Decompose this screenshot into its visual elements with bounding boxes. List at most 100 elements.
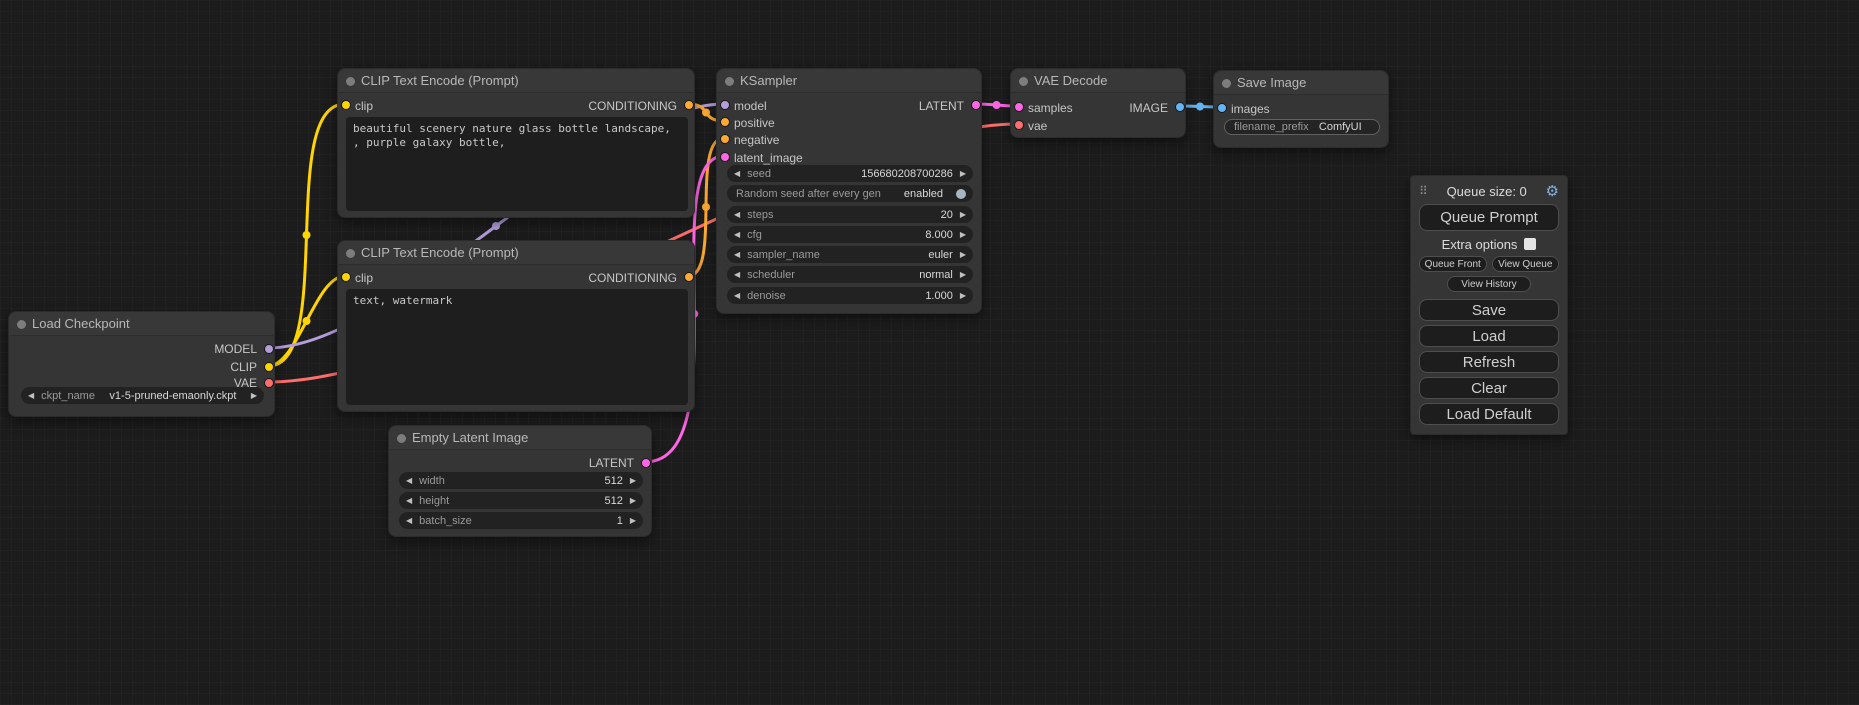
negative-prompt-textarea[interactable]: text, watermark: [346, 289, 688, 405]
collapse-dot-icon[interactable]: [17, 320, 26, 329]
link-midpoint-dot[interactable]: [492, 222, 500, 230]
load-default-button[interactable]: Load Default: [1419, 403, 1559, 425]
input-slot-positive[interactable]: [720, 117, 730, 127]
node-title-bar[interactable]: VAE Decode: [1011, 69, 1185, 93]
input-slot-clip[interactable]: [341, 272, 351, 282]
increment-arrow-icon[interactable]: ▶: [630, 496, 636, 505]
node-title-bar[interactable]: CLIP Text Encode (Prompt): [338, 69, 694, 93]
input-slot-vae[interactable]: [1014, 120, 1024, 130]
scheduler-widget[interactable]: ◀ scheduler normal ▶: [727, 266, 973, 283]
output-slot-vae[interactable]: [264, 378, 274, 388]
increment-arrow-icon[interactable]: ▶: [630, 516, 636, 525]
input-slot-images[interactable]: [1217, 103, 1227, 113]
output-slot-conditioning[interactable]: [684, 272, 694, 282]
input-slot-model[interactable]: [720, 100, 730, 110]
link-midpoint-dot[interactable]: [702, 109, 710, 117]
decrement-arrow-icon[interactable]: ◀: [406, 476, 412, 485]
clear-button[interactable]: Clear: [1419, 377, 1559, 399]
prev-value-arrow-icon[interactable]: ◀: [28, 391, 34, 400]
increment-arrow-icon[interactable]: ▶: [960, 169, 966, 178]
decrement-arrow-icon[interactable]: ◀: [734, 230, 740, 239]
increment-arrow-icon[interactable]: ▶: [960, 230, 966, 239]
toggle-knob[interactable]: [956, 189, 966, 199]
collapse-dot-icon[interactable]: [397, 434, 406, 443]
input-slot-samples[interactable]: [1014, 102, 1024, 112]
height-widget[interactable]: ◀ height 512 ▶: [399, 492, 643, 509]
node-title-bar[interactable]: KSampler: [717, 69, 981, 93]
view-queue-button[interactable]: View Queue: [1492, 256, 1560, 272]
node-ksampler[interactable]: KSampler model positive negative latent_…: [716, 68, 982, 314]
link-midpoint-dot[interactable]: [702, 203, 710, 211]
load-button[interactable]: Load: [1419, 325, 1559, 347]
node-title-bar[interactable]: Load Checkpoint: [9, 312, 274, 336]
node-load-checkpoint[interactable]: Load Checkpoint MODEL CLIP VAE ◀ ckpt_na…: [8, 311, 275, 417]
next-value-arrow-icon[interactable]: ▶: [251, 391, 257, 400]
denoise-widget[interactable]: ◀ denoise 1.000 ▶: [727, 287, 973, 304]
link-midpoint-dot[interactable]: [1196, 103, 1204, 111]
prev-value-arrow-icon[interactable]: ◀: [734, 250, 740, 259]
node-vae-decode[interactable]: VAE Decode samples IMAGE vae: [1010, 68, 1186, 138]
output-slot-image[interactable]: [1175, 102, 1185, 112]
steps-widget[interactable]: ◀ steps 20 ▶: [727, 206, 973, 223]
input-label-vae: vae: [1028, 120, 1047, 133]
queue-prompt-button[interactable]: Queue Prompt: [1419, 204, 1559, 231]
node-clip-text-encode-negative[interactable]: CLIP Text Encode (Prompt) clip CONDITION…: [337, 240, 695, 412]
increment-arrow-icon[interactable]: ▶: [630, 476, 636, 485]
output-slot-conditioning[interactable]: [684, 100, 694, 110]
link-midpoint-dot[interactable]: [303, 231, 311, 239]
prev-value-arrow-icon[interactable]: ◀: [734, 270, 740, 279]
input-label-clip: clip: [355, 272, 373, 285]
menu-drag-handle-icon[interactable]: ⠿: [1419, 184, 1428, 198]
node-title-bar[interactable]: Empty Latent Image: [389, 426, 651, 450]
collapse-dot-icon[interactable]: [1222, 79, 1231, 88]
refresh-button[interactable]: Refresh: [1419, 351, 1559, 373]
decrement-arrow-icon[interactable]: ◀: [406, 496, 412, 505]
output-slot-latent[interactable]: [971, 100, 981, 110]
link-midpoint-dot[interactable]: [303, 317, 311, 325]
cfg-widget[interactable]: ◀ cfg 8.000 ▶: [727, 226, 973, 243]
ckpt-name-widget[interactable]: ◀ ckpt_name v1-5-pruned-emaonly.ckpt ▶: [21, 387, 264, 404]
queue-front-button[interactable]: Queue Front: [1419, 256, 1487, 272]
node-empty-latent-image[interactable]: Empty Latent Image LATENT ◀ width 512 ▶ …: [388, 425, 652, 537]
decrement-arrow-icon[interactable]: ◀: [734, 210, 740, 219]
node-save-image[interactable]: Save Image images filename_prefix ComfyU…: [1213, 70, 1389, 148]
positive-prompt-textarea[interactable]: beautiful scenery nature glass bottle la…: [346, 117, 688, 211]
filename-prefix-widget[interactable]: filename_prefix ComfyUI: [1224, 119, 1380, 135]
next-value-arrow-icon[interactable]: ▶: [960, 270, 966, 279]
output-slot-clip[interactable]: [264, 362, 274, 372]
width-widget[interactable]: ◀ width 512 ▶: [399, 472, 643, 489]
widget-name: filename_prefix: [1234, 121, 1309, 133]
save-button[interactable]: Save: [1419, 299, 1559, 321]
node-title-bar[interactable]: Save Image: [1214, 71, 1388, 95]
extra-options-checkbox[interactable]: [1524, 238, 1536, 250]
collapse-dot-icon[interactable]: [725, 77, 734, 86]
link-midpoint-dot[interactable]: [993, 101, 1001, 109]
graph-canvas[interactable]: { "icons": { "left_arrow": "◀", "right_a…: [0, 0, 1859, 705]
widget-value: euler: [928, 249, 952, 261]
widget-value: enabled: [904, 188, 943, 200]
output-slot-model[interactable]: [264, 344, 274, 354]
node-clip-text-encode-positive[interactable]: CLIP Text Encode (Prompt) clip CONDITION…: [337, 68, 695, 218]
sampler-name-widget[interactable]: ◀ sampler_name euler ▶: [727, 246, 973, 263]
increment-arrow-icon[interactable]: ▶: [960, 291, 966, 300]
seed-widget[interactable]: ◀ seed 156680208700286 ▶: [727, 165, 973, 182]
output-slot-latent[interactable]: [641, 458, 651, 468]
input-slot-clip[interactable]: [341, 100, 351, 110]
node-title-bar[interactable]: CLIP Text Encode (Prompt): [338, 241, 694, 265]
increment-arrow-icon[interactable]: ▶: [960, 210, 966, 219]
collapse-dot-icon[interactable]: [346, 77, 355, 86]
decrement-arrow-icon[interactable]: ◀: [406, 516, 412, 525]
next-value-arrow-icon[interactable]: ▶: [960, 250, 966, 259]
decrement-arrow-icon[interactable]: ◀: [734, 291, 740, 300]
collapse-dot-icon[interactable]: [1019, 77, 1028, 86]
node-title: Empty Latent Image: [412, 430, 528, 445]
random-seed-toggle-widget[interactable]: Random seed after every gen enabled: [727, 185, 973, 202]
queue-buttons-row: Queue Front View Queue: [1419, 256, 1559, 272]
view-history-button[interactable]: View History: [1447, 276, 1531, 292]
batch-size-widget[interactable]: ◀ batch_size 1 ▶: [399, 512, 643, 529]
input-slot-latent-image[interactable]: [720, 152, 730, 162]
input-slot-negative[interactable]: [720, 134, 730, 144]
collapse-dot-icon[interactable]: [346, 249, 355, 258]
settings-gear-icon[interactable]: ⚙: [1546, 184, 1559, 199]
decrement-arrow-icon[interactable]: ◀: [734, 169, 740, 178]
